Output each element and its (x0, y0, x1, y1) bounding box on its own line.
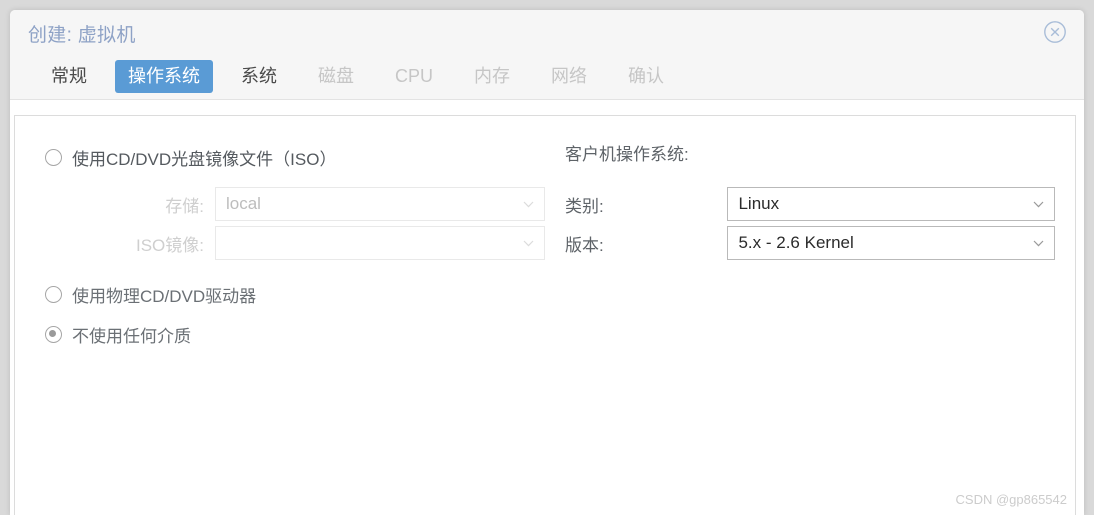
iso-image-select (215, 226, 545, 260)
radio-option-no-media-label: 不使用任何介质 (72, 322, 191, 347)
iso-image-label: ISO镜像: (45, 231, 215, 256)
os-version-select-value: 5.x - 2.6 Kernel (738, 233, 853, 253)
os-category-select[interactable]: Linux (727, 187, 1055, 221)
dialog-body-panel: 使用CD/DVD光盘镜像文件（ISO） 存储: local ISO镜像: (14, 115, 1076, 515)
tab-system[interactable]: 系统 (228, 60, 290, 93)
chevron-down-icon (1033, 240, 1044, 247)
guest-os-column: 客户机操作系统: 类别: Linux 版本: 5.x (565, 144, 1055, 260)
radio-option-iso-file-label: 使用CD/DVD光盘镜像文件（ISO） (72, 145, 336, 170)
dialog-tabbar: 常规 操作系统 系统 磁盘 CPU 内存 网络 确认 (10, 53, 1084, 100)
radio-option-physical-drive-label: 使用物理CD/DVD驱动器 (72, 282, 256, 307)
radio-physical-drive-indicator (45, 286, 62, 303)
radio-option-iso-file[interactable]: 使用CD/DVD光盘镜像文件（ISO） (45, 144, 545, 170)
watermark: CSDN @gp865542 (956, 492, 1067, 507)
radio-no-media-indicator (45, 326, 62, 343)
chevron-down-icon (523, 240, 534, 247)
radio-iso-file-indicator (45, 149, 62, 166)
storage-field-row: 存储: local (45, 187, 545, 221)
chevron-down-icon (1033, 201, 1044, 208)
dialog-title: 创建: 虚拟机 (28, 20, 136, 47)
iso-image-field-row: ISO镜像: (45, 226, 545, 260)
close-circle-icon[interactable] (1043, 20, 1067, 44)
radio-option-no-media[interactable]: 不使用任何介质 (45, 321, 545, 347)
os-category-label: 类别: (565, 192, 727, 217)
storage-select: local (215, 187, 545, 221)
storage-label: 存储: (45, 192, 215, 217)
tab-general[interactable]: 常规 (38, 60, 100, 93)
chevron-down-icon (523, 201, 534, 208)
media-source-column: 使用CD/DVD光盘镜像文件（ISO） 存储: local ISO镜像: (45, 144, 545, 347)
os-version-select[interactable]: 5.x - 2.6 Kernel (727, 226, 1055, 260)
os-category-field-row: 类别: Linux (565, 187, 1055, 221)
tab-memory: 内存 (461, 60, 523, 93)
os-version-label: 版本: (565, 231, 727, 256)
radio-option-physical-drive[interactable]: 使用物理CD/DVD驱动器 (45, 281, 545, 307)
page-background: 创建: 虚拟机 常规 操作系统 系统 磁盘 CPU 内存 网络 确认 (0, 0, 1094, 515)
os-category-select-value: Linux (738, 194, 779, 214)
tab-network: 网络 (538, 60, 600, 93)
os-form: 使用CD/DVD光盘镜像文件（ISO） 存储: local ISO镜像: (15, 116, 1075, 515)
guest-os-title: 客户机操作系统: (565, 144, 1055, 170)
tab-cpu: CPU (382, 60, 446, 93)
os-version-field-row: 版本: 5.x - 2.6 Kernel (565, 226, 1055, 260)
storage-select-value: local (226, 194, 261, 214)
tab-os[interactable]: 操作系统 (115, 60, 213, 93)
tab-confirm: 确认 (615, 60, 677, 93)
tab-disk: 磁盘 (305, 60, 367, 93)
dialog-titlebar: 创建: 虚拟机 (10, 10, 1084, 53)
create-vm-dialog: 创建: 虚拟机 常规 操作系统 系统 磁盘 CPU 内存 网络 确认 (10, 10, 1084, 515)
